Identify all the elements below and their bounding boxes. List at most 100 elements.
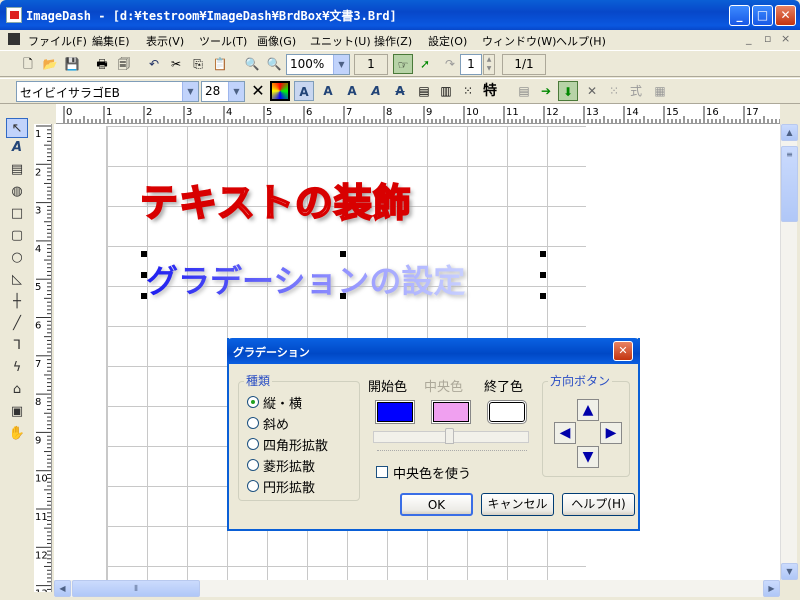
font-size-select[interactable]: 28 ▼ xyxy=(201,81,245,102)
arrow-down-icon[interactable]: ⬇ xyxy=(558,81,578,101)
selection-handle[interactable] xyxy=(540,293,546,299)
scroll-down-icon[interactable]: ▼ xyxy=(781,563,798,580)
color-palette-icon[interactable] xyxy=(270,81,290,101)
mdi-restore-icon[interactable]: ▫ xyxy=(764,32,771,45)
copy-icon[interactable]: ⎘ xyxy=(188,54,208,74)
horizontal-scroll-thumb[interactable]: ⦀ xyxy=(72,580,200,597)
rounded-rect-tool-icon[interactable]: ▢ xyxy=(6,226,28,246)
text-style-italic-icon[interactable]: A xyxy=(366,81,386,101)
hand-tool-icon[interactable]: ✋ xyxy=(6,424,28,444)
menu-file[interactable]: ファイル(F) xyxy=(28,33,87,49)
zoom-in-icon[interactable]: 🔍 xyxy=(264,54,284,74)
selection-handle[interactable] xyxy=(340,251,346,257)
use-mid-checkbox[interactable] xyxy=(376,466,388,478)
zigzag-tool-icon[interactable]: ϟ xyxy=(6,358,28,378)
menu-view[interactable]: 表示(V) xyxy=(146,33,184,49)
mdi-close-icon[interactable]: × xyxy=(781,32,790,45)
type-radio-circle-spread[interactable] xyxy=(247,480,259,492)
selection-handle[interactable] xyxy=(340,293,346,299)
table-dots-icon[interactable]: ⁙ xyxy=(604,81,624,101)
text-style-strike-icon[interactable]: A xyxy=(390,81,410,101)
text-style-shadow-icon[interactable]: A xyxy=(318,81,338,101)
selection-handle[interactable] xyxy=(141,272,147,278)
connector-tool-icon[interactable]: ᒣ xyxy=(6,336,28,356)
new-file-icon[interactable]: 🗋 xyxy=(18,54,38,74)
maximize-button[interactable]: □ xyxy=(752,5,773,26)
text-tool-icon[interactable]: A xyxy=(6,138,28,158)
table-tool-icon[interactable]: ▤ xyxy=(6,160,28,180)
menu-edit[interactable]: 編集(E) xyxy=(92,33,130,49)
page-field[interactable]: 1 xyxy=(354,54,388,75)
cross-tool-icon[interactable]: ┼ xyxy=(6,292,28,312)
text-style-emboss-icon[interactable]: A xyxy=(342,81,362,101)
ok-button[interactable]: OK xyxy=(400,493,473,516)
menu-settings[interactable]: 設定(O) xyxy=(428,33,467,49)
text-style-outline-icon[interactable]: A xyxy=(294,81,314,101)
save-icon[interactable]: 💾 xyxy=(62,54,82,74)
close-x-icon[interactable]: ✕ xyxy=(248,81,268,101)
type-radio-diamond-spread[interactable] xyxy=(247,459,259,471)
menu-image[interactable]: 画像(G) xyxy=(257,33,296,49)
print-icon[interactable]: 🖶 xyxy=(92,54,112,74)
special-char-button[interactable]: 特 xyxy=(480,81,500,101)
direction-left-icon[interactable]: ◀ xyxy=(554,422,576,444)
type-radio-rect-spread[interactable] xyxy=(247,438,259,450)
cancel-button[interactable]: キャンセル xyxy=(481,493,554,516)
select-arrow-icon[interactable]: ➚ xyxy=(415,54,435,74)
globe-tool-icon[interactable]: ◍ xyxy=(6,182,28,202)
direction-up-icon[interactable]: ▲ xyxy=(577,399,599,421)
selection-handle[interactable] xyxy=(141,293,147,299)
horizontal-scrollbar[interactable]: ◀ ⦀ ▶ xyxy=(54,580,780,597)
image-tool-icon[interactable]: ▣ xyxy=(6,402,28,422)
direction-down-icon[interactable]: ▼ xyxy=(577,446,599,468)
delete-x-icon[interactable]: ✕ xyxy=(582,81,602,101)
select-pointer-icon[interactable]: ↖ xyxy=(6,118,28,138)
line-tool-icon[interactable]: ╱ xyxy=(6,314,28,334)
formula-icon[interactable]: 式 xyxy=(626,81,646,101)
app-icon[interactable] xyxy=(6,7,22,23)
zoom-out-icon[interactable]: 🔍 xyxy=(242,54,262,74)
close-button[interactable]: ✕ xyxy=(775,5,796,26)
gradient-text[interactable]: グラデーションの設定 xyxy=(146,256,465,302)
menu-help[interactable]: ヘルプ(H) xyxy=(556,33,606,49)
menu-tools[interactable]: ツール(T) xyxy=(199,33,247,49)
zoom-select[interactable]: 100% ▼ xyxy=(286,54,350,75)
scroll-right-icon[interactable]: ▶ xyxy=(763,580,780,597)
ellipse-tool-icon[interactable]: ○ xyxy=(6,248,28,268)
paste-icon[interactable]: 📋 xyxy=(210,54,230,74)
type-radio-vertical-horizontal[interactable] xyxy=(247,396,259,408)
selection-handle[interactable] xyxy=(141,251,147,257)
mid-position-thumb[interactable] xyxy=(445,428,454,444)
rectangle-tool-icon[interactable]: □ xyxy=(6,204,28,224)
hand-pointer-icon[interactable]: ☞ xyxy=(393,54,413,74)
redo-icon[interactable]: ↷ xyxy=(440,54,460,74)
scroll-left-icon[interactable]: ◀ xyxy=(54,580,71,597)
scroll-up-icon[interactable]: ▲ xyxy=(781,124,798,141)
mid-color-swatch[interactable] xyxy=(432,401,470,423)
menu-operation[interactable]: 操作(Z) xyxy=(374,33,412,49)
step-field[interactable]: 1 xyxy=(460,54,482,75)
undo-icon[interactable]: ↶ xyxy=(144,54,164,74)
menu-window[interactable]: ウィンドウ(W) xyxy=(482,33,556,49)
mdi-minimize-icon[interactable]: _ xyxy=(746,32,752,45)
type-radio-diagonal[interactable] xyxy=(247,417,259,429)
step-spinner[interactable]: ▲ ▼ xyxy=(483,54,495,75)
decorated-text-title[interactable]: テキストの装飾 xyxy=(139,172,412,227)
align-left-icon[interactable]: ▤ xyxy=(414,81,434,101)
direction-right-icon[interactable]: ▶ xyxy=(600,422,622,444)
minimize-button[interactable]: _ xyxy=(729,5,750,26)
print-preview-icon[interactable]: 🗐 xyxy=(114,54,134,74)
vertical-scrollbar[interactable]: ▲ ≡ ▼ xyxy=(780,124,798,580)
table-grid-icon[interactable]: ▦ xyxy=(650,81,670,101)
start-color-swatch[interactable] xyxy=(376,401,414,423)
vertical-scroll-thumb[interactable]: ≡ xyxy=(781,146,798,222)
font-select[interactable]: セイビイサラゴEB ▼ xyxy=(16,81,199,102)
doc-icon[interactable] xyxy=(8,33,20,45)
dialog-close-icon[interactable]: ✕ xyxy=(613,341,633,361)
open-folder-icon[interactable]: 📂 xyxy=(40,54,60,74)
selection-handle[interactable] xyxy=(540,272,546,278)
end-color-swatch[interactable] xyxy=(488,401,526,423)
polygon-tool-icon[interactable]: ⌂ xyxy=(6,380,28,400)
help-button[interactable]: ヘルプ(H) xyxy=(562,493,635,516)
triangle-tool-icon[interactable]: ◺ xyxy=(6,270,28,290)
